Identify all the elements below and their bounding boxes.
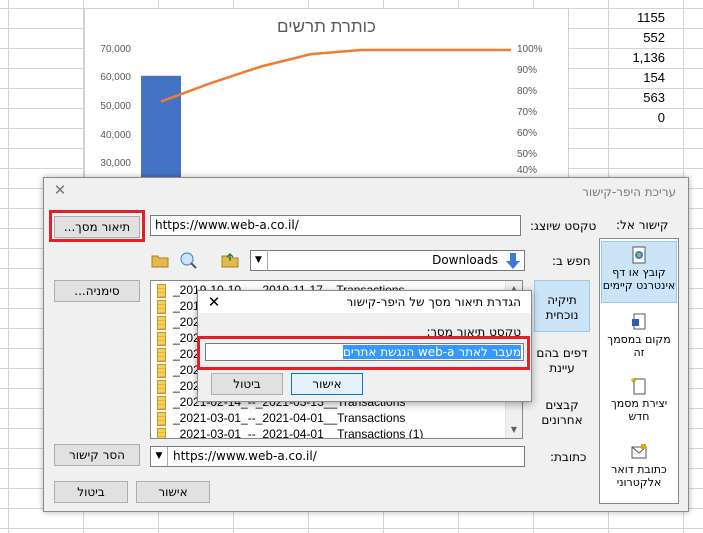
file-icon [157, 412, 166, 426]
link-to-label: קישור אל: [616, 218, 669, 232]
download-arrow-icon [506, 253, 520, 269]
address-label: כתובת: [550, 450, 587, 464]
file-list-item[interactable]: _2021-03-01_--_2021-04-01__Transactions [173, 411, 405, 425]
globe-file-icon [632, 246, 646, 264]
cell-value[interactable]: 1,136 [595, 50, 665, 65]
file-icon [157, 364, 166, 378]
tab-recent-files[interactable]: קבצים אחרונים [534, 398, 590, 434]
tab-browsed-pages[interactable]: דפים בהם עיינת [534, 346, 590, 382]
link-to-email[interactable]: כתובת דואר אלקטרוני [601, 443, 677, 497]
cell-value[interactable]: 563 [595, 90, 665, 105]
screen-tip-titlebar: הגדרת תיאור מסך של היפר-קישור ✕ [198, 291, 531, 313]
file-icon [157, 380, 166, 394]
cancel-button[interactable]: ביטול [54, 481, 128, 503]
remove-link-button[interactable]: הסר קישור [54, 444, 140, 466]
file-icon [157, 396, 166, 410]
tab-current-folder[interactable]: תיקיה נוכחית [534, 280, 590, 332]
screen-tip-button[interactable]: תיאור מסך... [54, 216, 140, 238]
file-icon [157, 284, 166, 298]
screen-tip-cancel-button[interactable]: ביטול [211, 373, 283, 395]
scroll-down-icon[interactable]: ▼ [506, 422, 522, 438]
document-place-icon [632, 313, 646, 330]
text-to-display-input[interactable]: https://www.web-a.co.il/ [150, 215, 521, 236]
screen-tip-title: הגדרת תיאור מסך של היפר-קישור [346, 295, 521, 309]
screen-tip-label: טקסט תיאור מסך: [426, 325, 521, 339]
file-icon [157, 332, 166, 346]
link-to-item-label: יצירת מסמך חדש [610, 397, 668, 423]
link-to-item-label: קובץ או דף אינטרנט קיימים [602, 266, 676, 292]
chart-plot-area [141, 48, 511, 181]
chart-cumulative-line[interactable] [160, 48, 511, 103]
look-in-select[interactable]: Downloads [250, 250, 525, 271]
screen-tip-input[interactable]: מעבר לאתר web-a הנגשת אתרים [205, 343, 524, 361]
ok-button[interactable]: אישור [136, 481, 210, 503]
chart-bar[interactable] [141, 75, 181, 181]
bookmark-button[interactable]: סימניה... [54, 280, 140, 302]
chevron-down-icon[interactable]: ▼ [250, 250, 268, 271]
cell-value[interactable]: 154 [595, 70, 665, 85]
look-in-label: חפש ב: [552, 254, 591, 268]
cell-value[interactable]: 0 [595, 110, 665, 125]
file-icon [157, 300, 166, 314]
cell-value[interactable]: 1155 [595, 10, 665, 25]
file-icon [157, 348, 166, 362]
browse-file-icon[interactable] [150, 250, 170, 270]
link-to-place-in-document[interactable]: מקום במסמך זה [601, 313, 677, 363]
email-icon [631, 444, 647, 459]
screen-tip-dialog: הגדרת תיאור מסך של היפר-קישור ✕ טקסט תיא… [197, 290, 532, 402]
link-to-item-label: מקום במסמך זה [607, 333, 671, 359]
cell-value[interactable]: 552 [595, 30, 665, 45]
link-to-existing-file[interactable]: קובץ או דף אינטרנט קיימים [601, 241, 677, 303]
link-to-new-document[interactable]: יצירת מסמך חדש [601, 377, 677, 427]
look-in-value: Downloads [432, 253, 498, 267]
dialog-title: עריכת היפר-קישור [582, 185, 676, 199]
address-input[interactable]: https://www.web-a.co.il/ [150, 446, 525, 467]
pareto-chart[interactable]: כותרת תרשים 70,000 60,000 50,000 40,000 … [84, 8, 569, 181]
file-list-item[interactable]: _2021-03-01_--_2021-04-01__Transactions … [173, 427, 423, 438]
file-icon [157, 316, 166, 330]
browse-web-icon[interactable] [178, 250, 198, 270]
address-value: https://www.web-a.co.il/ [173, 449, 317, 463]
folder-up-icon[interactable] [220, 250, 240, 270]
file-icon [157, 428, 166, 438]
link-to-item-label: כתובת דואר אלקטרוני [611, 463, 667, 489]
close-icon[interactable]: ✕ [52, 182, 68, 198]
screen-tip-value: מעבר לאתר web-a הנגשת אתרים [343, 345, 521, 359]
close-icon[interactable]: ✕ [206, 293, 222, 311]
chevron-down-icon[interactable]: ▼ [151, 447, 168, 466]
screen-tip-ok-button[interactable]: אישור [291, 373, 363, 395]
new-document-icon [631, 377, 646, 395]
link-to-panel: קובץ או דף אינטרנט קיימים מקום במסמך זה … [599, 238, 679, 504]
text-to-display-label: טקסט שיוצג: [530, 219, 597, 233]
